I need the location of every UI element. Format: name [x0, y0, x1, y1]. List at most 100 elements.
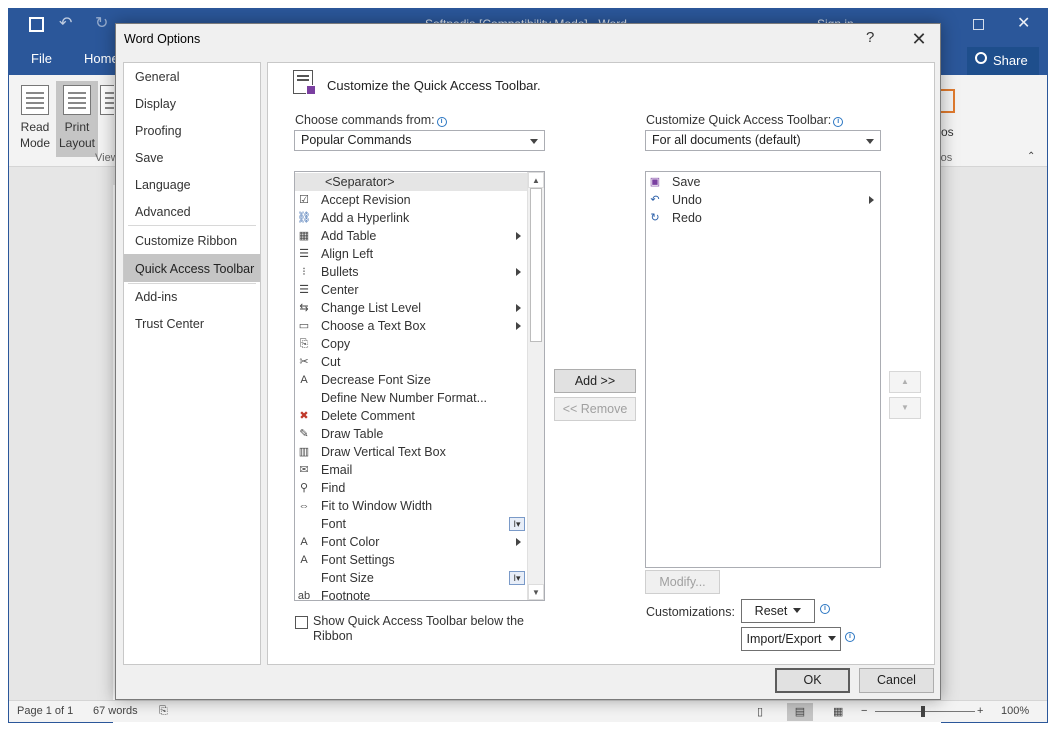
- save-icon: ▣: [649, 176, 661, 188]
- zoom-slider-thumb[interactable]: [921, 706, 925, 717]
- command-item-label: Copy: [321, 337, 351, 351]
- info-icon[interactable]: i: [845, 632, 855, 642]
- save-icon[interactable]: [29, 17, 44, 32]
- add-button[interactable]: Add >>: [554, 369, 636, 393]
- show-below-ribbon-checkbox[interactable]: [295, 616, 308, 629]
- vertical-text-box-icon: ▥: [298, 446, 310, 458]
- scroll-up-icon[interactable]: ▲: [528, 172, 544, 188]
- zoom-in-icon[interactable]: +: [977, 705, 983, 717]
- nav-advanced[interactable]: Advanced: [124, 198, 260, 224]
- command-item[interactable]: ✖ Delete Comment: [295, 407, 527, 425]
- nav-customize-ribbon[interactable]: Customize Ribbon: [124, 227, 260, 253]
- command-item[interactable]: ☰ Align Left: [295, 245, 527, 263]
- move-down-button[interactable]: ▼: [889, 397, 921, 419]
- command-item[interactable]: <Separator>: [295, 173, 527, 191]
- print-layout-button[interactable]: Print Layout: [56, 81, 98, 157]
- modify-button[interactable]: Modify...: [645, 570, 720, 594]
- read-mode-button[interactable]: Read Mode: [14, 81, 56, 157]
- nav-general[interactable]: General: [124, 63, 260, 89]
- command-item-label: Find: [321, 481, 346, 495]
- toolbar-item[interactable]: ▣ Save: [646, 173, 880, 191]
- undo-icon: ↶: [650, 194, 660, 206]
- nav-trust-center[interactable]: Trust Center: [124, 310, 260, 336]
- dialog-close-button[interactable]: ✕: [906, 26, 932, 52]
- proofing-icon[interactable]: ⎘: [159, 705, 168, 718]
- quick-access-toolbar-panel: Customize the Quick Access Toolbar. Choo…: [267, 62, 935, 665]
- command-item[interactable]: ▥ Draw Vertical Text Box: [295, 443, 527, 461]
- command-item[interactable]: ☰ Center: [295, 281, 527, 299]
- command-item[interactable]: Font Size I▾: [295, 569, 527, 587]
- web-layout-view-icon[interactable]: ▦: [833, 705, 843, 718]
- toolbar-item[interactable]: ↶ Undo: [646, 191, 880, 209]
- command-item[interactable]: ▦ Add Table: [295, 227, 527, 245]
- remove-button[interactable]: << Remove: [554, 397, 636, 421]
- tab-file[interactable]: File: [31, 51, 52, 66]
- collapse-ribbon-icon[interactable]: ⌃: [1027, 151, 1035, 162]
- share-button[interactable]: Share: [967, 47, 1039, 75]
- info-icon[interactable]: i: [833, 117, 844, 127]
- nav-display[interactable]: Display: [124, 90, 260, 116]
- dialog-title: Word Options: [124, 32, 201, 46]
- command-item[interactable]: ⁝ Bullets: [295, 263, 527, 281]
- help-button[interactable]: ?: [866, 29, 874, 46]
- undo-icon[interactable]: ↶: [59, 13, 72, 33]
- ok-button[interactable]: OK: [775, 668, 850, 693]
- command-item[interactable]: ⇆ Change List Level: [295, 299, 527, 317]
- commands-scrollbar[interactable]: ▲ ▼: [527, 172, 544, 600]
- zoom-level[interactable]: 100%: [1001, 705, 1029, 717]
- tab-home[interactable]: Home: [84, 51, 119, 66]
- command-item[interactable]: ⚲ Find: [295, 479, 527, 497]
- cancel-button[interactable]: Cancel: [859, 668, 934, 693]
- chevron-right-icon: [869, 196, 874, 204]
- print-layout-view-icon[interactable]: ▤: [787, 703, 813, 721]
- command-item[interactable]: Define New Number Format...: [295, 389, 527, 407]
- info-icon[interactable]: i: [820, 604, 830, 614]
- choose-commands-dropdown[interactable]: Popular Commands: [294, 130, 545, 151]
- align-left-icon: ☰: [299, 248, 309, 260]
- nav-add-ins[interactable]: Add-ins: [124, 283, 260, 309]
- command-item[interactable]: ⎘ Copy: [295, 335, 527, 353]
- fit-width-icon: ⇔: [298, 500, 310, 512]
- choose-commands-label: Choose commands from: i: [295, 113, 447, 127]
- toolbar-items-list[interactable]: ▣ Save ↶ Undo ↻ Redo: [645, 171, 881, 568]
- choose-commands-value: Popular Commands: [301, 133, 412, 147]
- command-item[interactable]: ☑ Accept Revision: [295, 191, 527, 209]
- nav-proofing[interactable]: Proofing: [124, 117, 260, 143]
- command-item[interactable]: ⛓ Add a Hyperlink: [295, 209, 527, 227]
- redo-icon[interactable]: ↻: [95, 13, 108, 33]
- page-count[interactable]: Page 1 of 1: [17, 705, 73, 717]
- zoom-slider[interactable]: [875, 711, 975, 712]
- nav-quick-access-toolbar[interactable]: Quick Access Toolbar: [124, 254, 260, 282]
- toolbar-item[interactable]: ↻ Redo: [646, 209, 880, 227]
- web-layout-button[interactable]: [100, 81, 114, 157]
- command-item[interactable]: ✉ Email: [295, 461, 527, 479]
- info-icon[interactable]: i: [436, 117, 447, 127]
- command-item[interactable]: A Decrease Font Size: [295, 371, 527, 389]
- nav-language[interactable]: Language: [124, 171, 260, 197]
- reset-button[interactable]: Reset: [741, 599, 815, 623]
- command-item[interactable]: ✎ Draw Table: [295, 425, 527, 443]
- command-item[interactable]: ▭ Choose a Text Box: [295, 317, 527, 335]
- import-export-button[interactable]: Import/Export: [741, 627, 841, 651]
- zoom-out-icon[interactable]: −: [861, 705, 867, 717]
- command-item[interactable]: ⇔ Fit to Window Width: [295, 497, 527, 515]
- customizations-label: Customizations:: [646, 605, 735, 619]
- maximize-icon[interactable]: [973, 19, 984, 30]
- scroll-down-icon[interactable]: ▼: [528, 584, 544, 600]
- commands-list[interactable]: <Separator> ☑ Accept Revision ⛓ Add a Hyperl…: [294, 171, 545, 601]
- move-up-button[interactable]: ▲: [889, 371, 921, 393]
- command-item[interactable]: A Font Settings: [295, 551, 527, 569]
- command-item[interactable]: ab Footnote: [295, 587, 527, 600]
- scroll-thumb[interactable]: [530, 188, 542, 342]
- command-item[interactable]: A Font Color: [295, 533, 527, 551]
- customize-toolbar-dropdown[interactable]: For all documents (default): [645, 130, 881, 151]
- show-below-ribbon-label[interactable]: Show Quick Access Toolbar below the Ribb…: [313, 614, 533, 644]
- ok-label: OK: [803, 673, 822, 687]
- command-item[interactable]: ✂ Cut: [295, 353, 527, 371]
- nav-save[interactable]: Save: [124, 144, 260, 170]
- close-icon[interactable]: ✕: [1017, 13, 1030, 33]
- word-count[interactable]: 67 words: [93, 705, 138, 717]
- read-mode-view-icon[interactable]: ▯: [757, 705, 763, 718]
- command-item[interactable]: Font I▾: [295, 515, 527, 533]
- chevron-right-icon: [516, 268, 521, 276]
